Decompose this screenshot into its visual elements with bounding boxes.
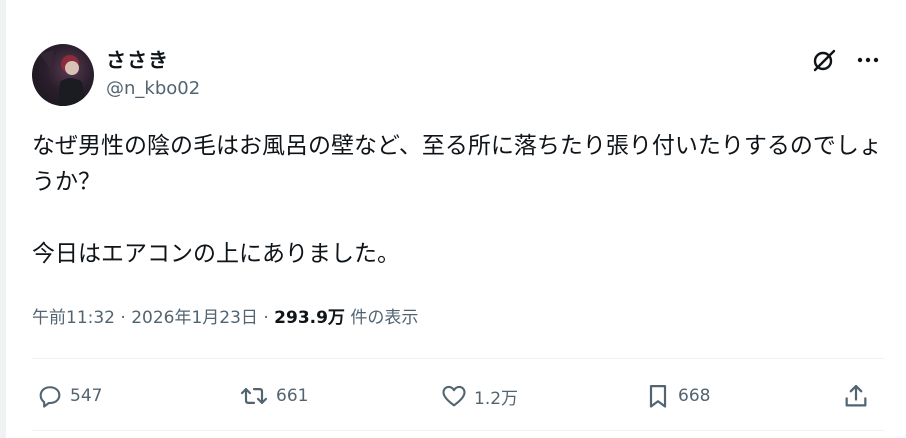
bookmark-button[interactable]: 668 [644, 378, 710, 414]
author-display-name[interactable]: ささき [106, 44, 169, 73]
avatar[interactable] [32, 44, 94, 106]
views-label: 件の表示 [350, 308, 419, 328]
share-icon [842, 382, 870, 410]
repost-icon [238, 382, 270, 410]
reply-icon [36, 382, 64, 410]
author-handle[interactable]: @n_kbo02 [106, 78, 200, 99]
post-date[interactable]: 2026年1月23日 [131, 308, 258, 328]
bookmark-icon [644, 382, 672, 410]
meta-separator: · [263, 308, 269, 328]
grok-icon[interactable] [810, 46, 838, 74]
bookmark-count: 668 [678, 386, 711, 406]
views-count: 293.9万 [274, 308, 345, 328]
meta-separator: · [120, 308, 126, 328]
more-icon[interactable] [854, 46, 882, 74]
reply-button[interactable]: 547 [36, 378, 102, 414]
divider [32, 358, 884, 359]
post-text: なぜ男性の陰の毛はお風呂の壁など、至る所に落ちたり張り付いたりするのでしょうか？… [32, 133, 882, 267]
repost-button[interactable]: 661 [238, 378, 308, 414]
action-bar: 547 661 1.2万 668 [32, 378, 884, 414]
post: ささき @n_kbo02 なぜ男性の陰の毛はお風呂の壁など、至る所に落ちたり張り… [32, 0, 884, 438]
timeline-left-border [0, 0, 6, 438]
divider [32, 430, 884, 431]
like-button[interactable]: 1.2万 [440, 378, 518, 414]
share-button[interactable] [842, 378, 870, 414]
reply-count: 547 [70, 386, 103, 406]
repost-count: 661 [276, 386, 309, 406]
like-count: 1.2万 [474, 388, 519, 409]
post-time[interactable]: 午前11:32 [32, 308, 115, 328]
heart-icon [440, 382, 468, 410]
post-meta: 午前11:32 · 2026年1月23日 · 293.9万 件の表示 [32, 303, 418, 328]
